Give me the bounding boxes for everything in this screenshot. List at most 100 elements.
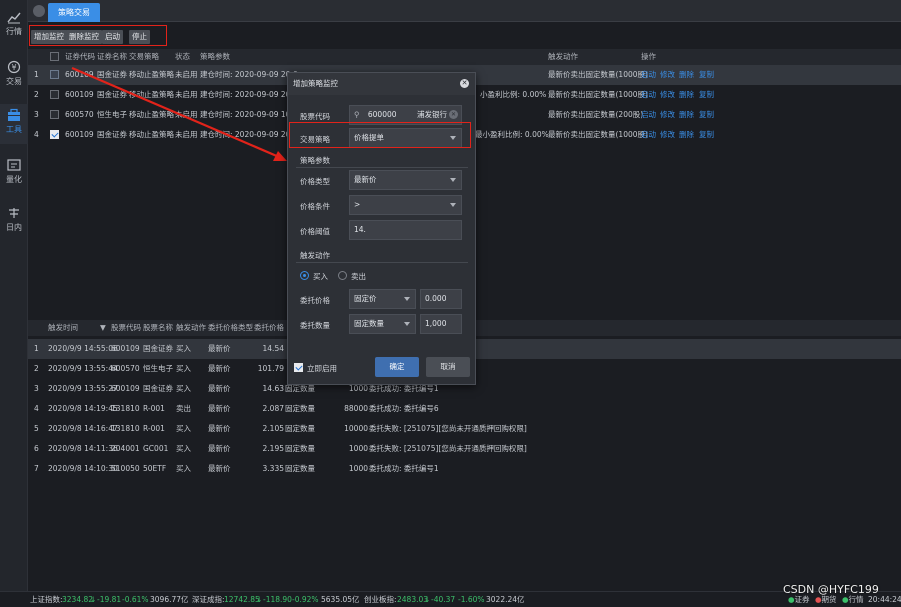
row-number: 4 (34, 404, 39, 413)
order-price-input[interactable]: 0.000 (420, 289, 462, 309)
strategy-params: 建仓时间: 2020-09-09 10:3 (200, 110, 298, 119)
op-link-start[interactable]: 启动 (641, 85, 656, 105)
trigger-action: 最新价卖出固定数量(1000股) (548, 70, 648, 79)
order-price-type-select[interactable]: 固定价 (349, 289, 416, 309)
trade-icon: ¥ (7, 60, 21, 74)
clear-icon[interactable]: ✕ (449, 110, 458, 119)
security-code: 600109 (65, 90, 94, 99)
legend-label: 行情 (848, 595, 864, 604)
quant-icon (7, 159, 21, 171)
price-type-select[interactable]: 最新价 (349, 170, 462, 190)
op-link-delete[interactable]: 删除 (679, 125, 694, 145)
col-header: 状态 (175, 52, 190, 61)
order-qty: 1000 (348, 444, 368, 453)
enable-now-checkbox[interactable] (294, 363, 303, 372)
svg-text:¥: ¥ (11, 63, 16, 72)
op-link-start[interactable]: 启动 (641, 125, 656, 145)
params-section-title: 策略参数 (300, 156, 330, 165)
order-result: 委托失败: [251075][您尚未开通质押回购权限] (369, 444, 527, 453)
order-price-type: 最新价 (208, 364, 231, 373)
row-checkbox[interactable] (50, 90, 59, 99)
sort-desc-icon[interactable]: ▼ (100, 320, 106, 336)
strategy-params-tail: 最小盈利比例: 0.00% (475, 130, 549, 139)
chart-icon (7, 12, 21, 24)
status: 未启用 (175, 130, 198, 139)
op-link-copy[interactable]: 复制 (699, 125, 714, 145)
table-row[interactable]: 6 2020/9/8 14:11:36 204001 GC001 买入 最新价 2.195 固… (28, 439, 901, 459)
row-checkbox[interactable] (50, 110, 59, 119)
cancel-button[interactable]: 取消 (426, 357, 470, 377)
price-threshold-label: 价格阈值 (300, 227, 330, 236)
price-condition-select[interactable]: > (349, 195, 462, 215)
close-icon[interactable]: ✕ (460, 79, 469, 88)
sidebar-item-tools[interactable]: 工具 (0, 104, 28, 144)
order-price-type: 最新价 (208, 444, 231, 453)
security-name: 国金证券 (97, 90, 127, 99)
op-link-copy[interactable]: 复制 (699, 65, 714, 85)
security-name: 国金证券 (97, 70, 127, 79)
buy-radio[interactable] (300, 271, 309, 280)
col-header: 策略参数 (200, 52, 230, 61)
tab-strategy-trading[interactable]: 策略交易 (48, 3, 100, 22)
price-threshold-input[interactable]: 14. (349, 220, 462, 240)
op-link-edit[interactable]: 修改 (660, 105, 675, 125)
stock-name: 国金证券 (143, 384, 173, 393)
sidebar-item-market[interactable]: 行情 (0, 6, 28, 46)
op-link-copy[interactable]: 复制 (699, 105, 714, 125)
chevron-down-icon (404, 322, 410, 326)
strategy-params: 建仓时间: 2020-09-09 20:1 (200, 90, 298, 99)
status: 未启用 (175, 90, 198, 99)
price-type-value: 最新价 (354, 175, 377, 184)
sidebar-item-intraday[interactable]: 日内 (0, 202, 28, 242)
stock-code: 510050 (111, 464, 140, 473)
order-qty: 10000 (344, 424, 368, 433)
table-row[interactable]: 5 2020/9/8 14:16:47 131810 R-001 买入 最新价 2.105 固… (28, 419, 901, 439)
order-qty-input[interactable]: 1,000 (420, 314, 462, 334)
sidebar-item-quant[interactable]: 量化 (0, 154, 28, 194)
sz-index-value: 12742.85 (224, 595, 260, 604)
order-qty: 88000 (344, 404, 368, 413)
cy-index-amount: 3022.24亿 (486, 595, 525, 604)
col-header: 委托价格 (254, 323, 284, 332)
col-header: 证券代码 (65, 52, 95, 61)
op-link-start[interactable]: 启动 (641, 65, 656, 85)
legend-label: 期货 (821, 595, 837, 604)
op-link-copy[interactable]: 复制 (699, 85, 714, 105)
sidebar-item-trade[interactable]: ¥ 交易 (0, 56, 28, 96)
op-link-edit[interactable]: 修改 (660, 85, 675, 105)
trade-strategy: 移动止盈策略 (129, 110, 174, 119)
stock-code: 600109 (111, 344, 140, 353)
order-qty-type: 固定数量 (285, 444, 315, 453)
stock-name: 50ETF (143, 464, 167, 473)
op-link-edit[interactable]: 修改 (660, 65, 675, 85)
op-link-delete[interactable]: 删除 (679, 105, 694, 125)
op-link-edit[interactable]: 修改 (660, 125, 675, 145)
sh-index-pct: -0.61% (122, 595, 149, 604)
table-row[interactable]: 4 2020/9/8 14:19:45 131810 R-001 卖出 最新价 2.087 固… (28, 399, 901, 419)
order-price: 101.79 (257, 364, 284, 373)
sell-radio[interactable] (338, 271, 347, 280)
order-qty-type-select[interactable]: 固定数量 (349, 314, 416, 334)
op-link-delete[interactable]: 删除 (679, 85, 694, 105)
select-all-checkbox[interactable] (50, 52, 59, 61)
op-link-delete[interactable]: 删除 (679, 65, 694, 85)
trigger-section-title: 触发动作 (300, 251, 330, 260)
dialog-title-text: 增加策略监控 (293, 79, 338, 88)
settings-icon[interactable] (33, 5, 45, 17)
intraday-icon (9, 208, 19, 218)
col-header: 触发动作 (176, 323, 206, 332)
table-row[interactable]: 7 2020/9/8 14:10:30 510050 50ETF 买入 最新价 3.335 固… (28, 459, 901, 479)
strategy-params-tail: 小盈利比例: 0.00% (480, 90, 547, 99)
row-checkbox[interactable] (50, 70, 59, 79)
buy-label: 买入 (313, 272, 328, 281)
sh-index-change: -19.81 (97, 595, 122, 604)
order-qty-type: 固定数量 (285, 464, 315, 473)
row-checkbox[interactable] (50, 130, 59, 139)
col-header: 触发动作 (548, 52, 578, 61)
price-type-label: 价格类型 (300, 177, 330, 186)
toolbox-icon (8, 108, 20, 121)
table-header: 证券代码 证券名称 交易策略 状态 策略参数 触发动作 操作 (28, 49, 901, 65)
op-link-start[interactable]: 启动 (641, 105, 656, 125)
ok-button[interactable]: 确定 (375, 357, 419, 377)
row-number: 4 (34, 130, 39, 139)
